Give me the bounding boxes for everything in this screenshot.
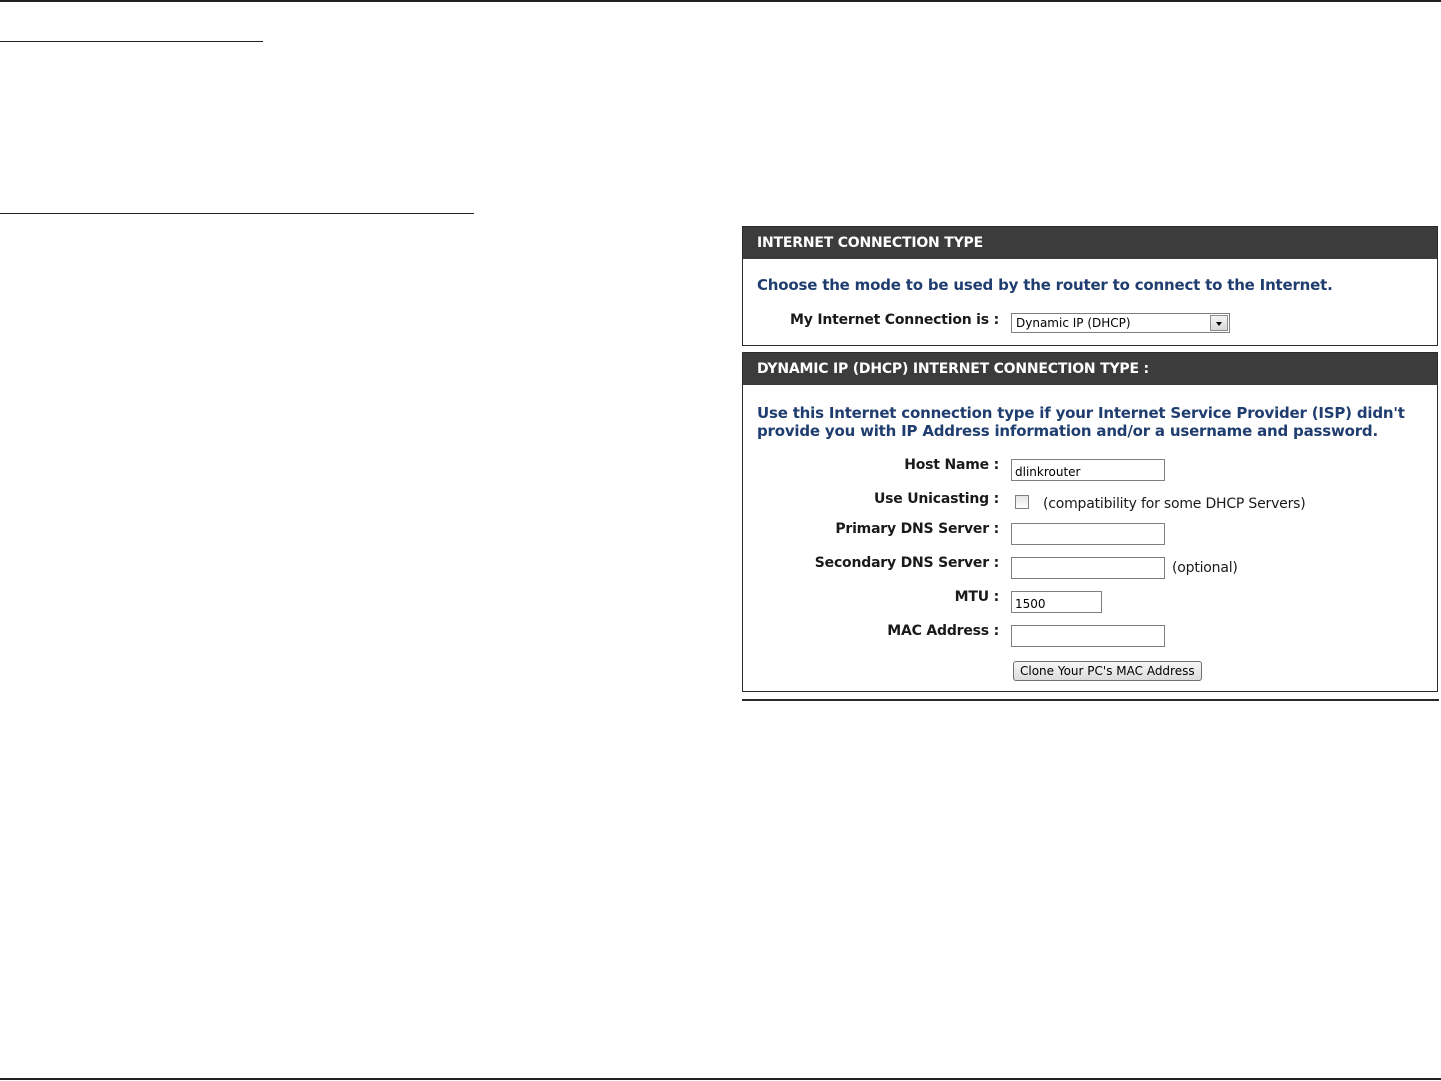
heading-underline [0,41,263,42]
dhcp-connection-panel: DYNAMIC IP (DHCP) INTERNET CONNECTION TY… [742,352,1438,692]
mtu-input[interactable] [1011,591,1102,613]
mac-address-label: MAC Address : [887,623,999,639]
mtu-label: MTU : [954,589,1000,605]
secondary-dns-label: Secondary DNS Server : [814,555,999,571]
panel-header: DYNAMIC IP (DHCP) INTERNET CONNECTION TY… [743,353,1437,385]
panel-description: Choose the mode to be used by the router… [757,276,1333,294]
internet-connection-type-panel: INTERNET CONNECTION TYPE Choose the mode… [742,226,1438,346]
connection-mode-value: Dynamic IP (DHCP) [1016,316,1131,330]
mac-address-input[interactable] [1011,625,1165,647]
heading-underline [0,213,474,214]
panel-description-line: Use this Internet connection type if you… [757,404,1405,422]
use-unicasting-checkbox[interactable] [1015,495,1029,509]
primary-dns-label: Primary DNS Server : [835,521,999,537]
top-rule [0,0,1441,2]
chevron-down-icon[interactable] [1210,315,1228,331]
host-name-label: Host Name : [904,457,999,473]
connection-mode-select[interactable]: Dynamic IP (DHCP) [1011,313,1230,333]
panel-header: INTERNET CONNECTION TYPE [743,227,1437,259]
unicasting-note: (compatibility for some DHCP Servers) [1043,496,1306,512]
host-name-input[interactable] [1011,459,1165,481]
manual-page: INTERNET CONNECTION TYPE Choose the mode… [0,0,1441,1081]
secondary-dns-note: (optional) [1172,560,1238,576]
secondary-dns-input[interactable] [1011,557,1165,579]
screenshot-bottom-rule [742,699,1439,701]
panel-description-line: provide you with IP Address information … [757,422,1378,440]
primary-dns-input[interactable] [1011,523,1165,545]
connection-mode-label: My Internet Connection is : [789,312,999,328]
bottom-rule [0,1078,1441,1080]
use-unicasting-label: Use Unicasting : [873,491,999,507]
clone-mac-address-button[interactable]: Clone Your PC's MAC Address [1013,661,1202,681]
